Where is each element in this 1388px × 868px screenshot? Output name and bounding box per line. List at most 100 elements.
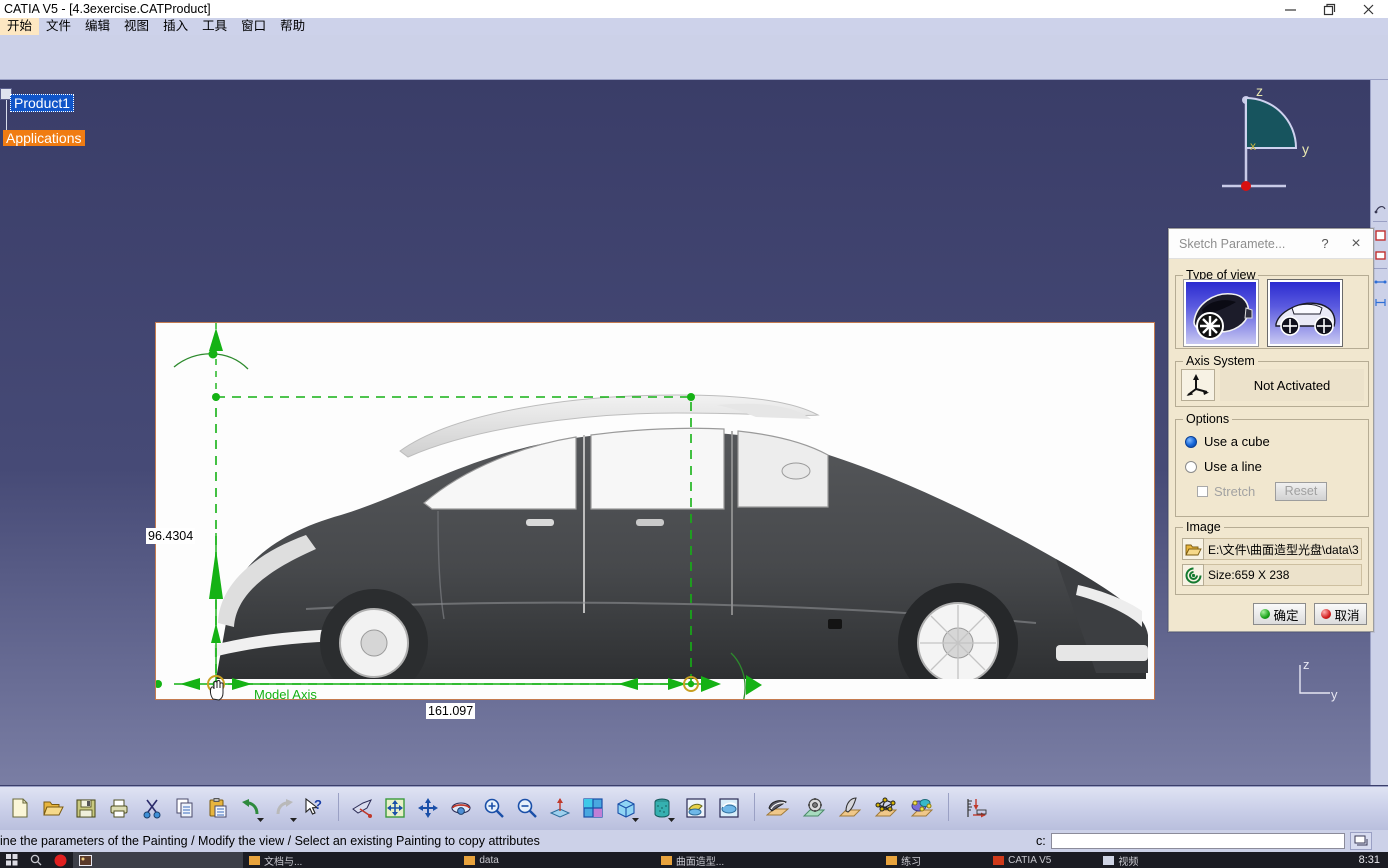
maximize-icon[interactable] (1310, 0, 1349, 18)
zoom-out-icon[interactable] (513, 794, 541, 822)
redo-icon[interactable] (270, 794, 298, 822)
explorer-window-4[interactable]: 练习 (880, 852, 927, 868)
menu-item-window[interactable]: 窗口 (234, 18, 273, 35)
close-icon[interactable] (1349, 0, 1388, 18)
tree-node-applications[interactable]: Applications (3, 130, 85, 146)
zoom-in-icon[interactable] (480, 794, 508, 822)
save-icon[interactable] (72, 794, 100, 822)
ok-button-label: 确定 (1273, 608, 1299, 623)
perspective-view-thumb[interactable] (1183, 279, 1259, 347)
render-dropdown-icon[interactable] (668, 811, 675, 825)
menu-item-tools[interactable]: 工具 (195, 18, 234, 35)
whats-this-icon[interactable]: ? (300, 794, 328, 822)
axis-system-icon[interactable] (1181, 369, 1215, 401)
side-view-thumb[interactable] (1267, 279, 1343, 347)
menu-item-help[interactable]: 帮助 (273, 18, 312, 35)
command-input[interactable] (1051, 833, 1345, 849)
measure-icon[interactable] (836, 794, 864, 822)
fly-mode-icon[interactable] (348, 794, 376, 822)
command-label: c: (1036, 834, 1046, 848)
new-icon[interactable] (6, 794, 34, 822)
dialog-title-bar[interactable]: Sketch Paramete... ? × (1169, 229, 1373, 259)
image-size-value: Size:659 X 238 (1204, 564, 1362, 586)
paste-icon[interactable] (204, 794, 232, 822)
explorer-window-1[interactable]: 文档与... (243, 852, 308, 868)
ok-bullet-icon (1260, 609, 1271, 619)
cut-icon[interactable] (138, 794, 166, 822)
radio-use-a-cube-label: Use a cube (1204, 434, 1270, 449)
power-input-icon[interactable] (1350, 832, 1372, 850)
image-size-icon (1182, 564, 1204, 586)
radio-selected-icon (1185, 435, 1197, 448)
normal-view-icon[interactable] (546, 794, 574, 822)
axis-system-value: Not Activated (1220, 369, 1364, 401)
dialog-title: Sketch Paramete... (1179, 236, 1286, 251)
undo-dropdown-icon[interactable] (257, 811, 264, 825)
redo-dropdown-icon[interactable] (290, 811, 297, 825)
folder-icon (464, 855, 476, 865)
isometric-view-icon[interactable] (612, 794, 640, 822)
search-icon[interactable] (24, 852, 48, 868)
isometric-dropdown-icon[interactable] (632, 811, 639, 825)
open-icon[interactable] (39, 794, 67, 822)
tree-node-product1[interactable]: Product1 (10, 94, 75, 112)
type-of-view-group: Type of view (1175, 268, 1369, 349)
swap-visible-space-icon[interactable] (715, 794, 743, 822)
cancel-button[interactable]: 取消 (1314, 603, 1367, 625)
copy-icon[interactable] (171, 794, 199, 822)
print-icon[interactable] (105, 794, 133, 822)
rotate-icon[interactable] (447, 794, 475, 822)
catia-window[interactable]: CATIA V5 (987, 852, 1057, 868)
3d-viewport[interactable]: Product1 Applications z y x z y 96.4304 … (0, 80, 1370, 785)
media-window[interactable]: 视频 (1097, 852, 1144, 868)
menu-item-view[interactable]: 视图 (117, 18, 156, 35)
record-icon[interactable] (48, 852, 73, 868)
vertical-dimension-label[interactable]: 96.4304 (146, 528, 196, 544)
sketch-image-panel[interactable]: 96.4304 161.097 Model Axis (146, 322, 1155, 719)
menu-item-file[interactable]: 文件 (39, 18, 78, 35)
undo-icon[interactable] (237, 794, 265, 822)
cancel-button-label: 取消 (1334, 608, 1360, 623)
ok-button[interactable]: 确定 (1253, 603, 1306, 625)
start-button[interactable] (0, 852, 24, 868)
pan-icon[interactable] (414, 794, 442, 822)
window-title: CATIA V5 - [4.3exercise.CATProduct] (4, 2, 211, 16)
image-path-row[interactable]: E:\文件\曲面造型光盘\data\3 (1182, 538, 1362, 560)
help-icon[interactable]: ? (1311, 236, 1339, 251)
painting-icon[interactable] (872, 794, 900, 822)
render-style-icon[interactable] (648, 794, 676, 822)
explorer-window-2[interactable]: data (458, 852, 504, 868)
image-legend: Image (1183, 520, 1224, 534)
minimize-icon[interactable] (1271, 0, 1310, 18)
bottom-toolbar: ? (0, 786, 1388, 830)
axis-system-legend: Axis System (1183, 354, 1258, 368)
reset-button[interactable]: Reset (1275, 482, 1327, 501)
fit-all-in-icon[interactable] (381, 794, 409, 822)
svg-text:?: ? (314, 797, 322, 812)
hide-show-icon[interactable] (682, 794, 710, 822)
sketch-parameters-dialog[interactable]: Sketch Paramete... ? × Type of view Axis… (1168, 228, 1374, 632)
menu-item-insert[interactable]: 插入 (156, 18, 195, 35)
close-icon[interactable]: × (1339, 235, 1373, 253)
sketch-tool-icon[interactable] (1371, 198, 1388, 218)
checkbox-stretch[interactable]: Stretch (1197, 484, 1255, 499)
horizontal-dimension-label[interactable]: 161.097 (426, 703, 476, 719)
analysis-icon[interactable] (800, 794, 828, 822)
shading-material-icon[interactable] (764, 794, 792, 822)
radio-use-a-cube[interactable]: Use a cube (1185, 434, 1270, 449)
menu-item-edit[interactable]: 编辑 (78, 18, 117, 35)
open-folder-icon[interactable] (1182, 538, 1204, 560)
photo-app[interactable] (73, 852, 243, 868)
title-bar: CATIA V5 - [4.3exercise.CATProduct] (0, 0, 1388, 18)
catia-application-window: CATIA V5 - [4.3exercise.CATProduct] 开始 文… (0, 0, 1388, 868)
radio-use-a-line[interactable]: Use a line (1185, 459, 1262, 474)
menu-item-start[interactable]: 开始 (0, 18, 40, 35)
taskbar-clock[interactable]: 8:31 (1359, 854, 1380, 866)
sketch-constraints-overlay (156, 323, 762, 699)
apply-material-icon[interactable] (908, 794, 936, 822)
measure-between-icon[interactable] (962, 794, 990, 822)
image-path-value[interactable]: E:\文件\曲面造型光盘\data\3 (1204, 538, 1362, 560)
explorer-window-3[interactable]: 曲面造型... (655, 852, 730, 868)
image-size-row: Size:659 X 238 (1182, 564, 1362, 586)
multi-view-icon[interactable] (579, 794, 607, 822)
